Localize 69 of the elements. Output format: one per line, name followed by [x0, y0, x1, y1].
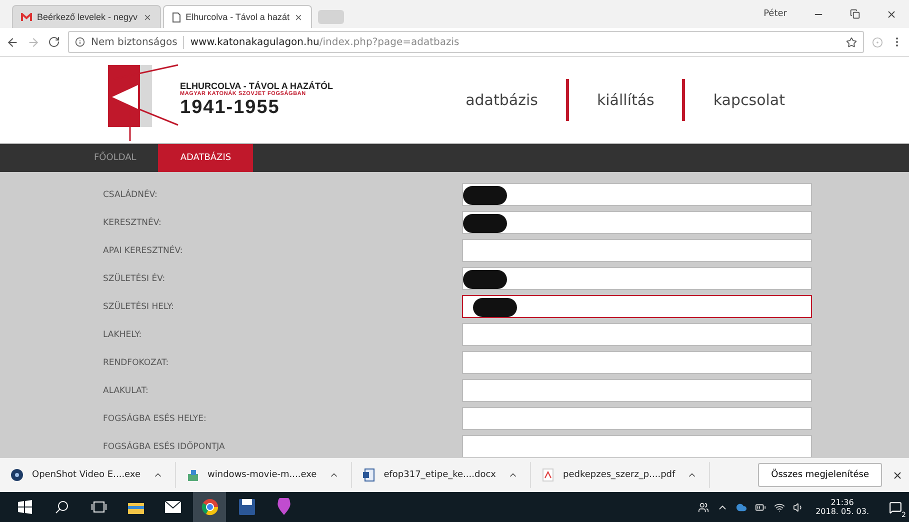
- close-icon[interactable]: [142, 12, 152, 22]
- nav-tab[interactable]: FŐOLDAL: [72, 144, 158, 172]
- user-name[interactable]: Péter: [764, 9, 787, 19]
- file-name: windows-movie-m....exe: [208, 470, 317, 480]
- nav-tab[interactable]: ADATBÁZIS: [158, 144, 254, 172]
- address-field[interactable]: Nem biztonságos www.katonakagulagon.hu/index.php?page=adatbazis: [68, 31, 864, 53]
- url-path: /index.php?page=adatbazis: [319, 36, 460, 48]
- field-label: LAKHELY:: [102, 330, 143, 340]
- disc-icon: [10, 468, 24, 482]
- field-label: KERESZTNÉV:: [102, 218, 162, 228]
- input-field[interactable]: [462, 211, 812, 234]
- browser-tab[interactable]: Beérkező levelek - negyv: [12, 5, 161, 28]
- show-all-button[interactable]: Összes megjelenítése: [758, 463, 882, 487]
- field-label: CSALÁDNÉV:: [102, 190, 158, 200]
- speaker-icon[interactable]: [792, 502, 804, 512]
- clock-date[interactable]: 2018. 05. 03.: [816, 507, 869, 516]
- download-item[interactable]: pedkepzes_szerz_p....pdf: [530, 462, 710, 488]
- document-icon: [362, 468, 376, 482]
- field-label: FOGSÁGBA ESÉS IDŐPONTJA: [102, 442, 226, 452]
- clock-time[interactable]: 21:36: [830, 498, 854, 507]
- download-item[interactable]: windows-movie-m....exe: [176, 462, 352, 488]
- browser-tab[interactable]: Elhurcolva - Távol a hazát: [162, 5, 312, 28]
- field-label: ALAKULAT:: [102, 386, 150, 396]
- back-icon[interactable]: [6, 36, 19, 48]
- tab-title: Beérkező levelek - negyv: [37, 12, 138, 22]
- page-icon: [172, 12, 181, 22]
- field-label: FOGSÁGBA ESÉS HELYE:: [102, 414, 208, 424]
- input-field[interactable]: [462, 267, 812, 290]
- logo-title: ELHURCOLVA - TÁVOL A HAZÁTÓL: [180, 81, 333, 91]
- input-field[interactable]: [462, 323, 812, 346]
- restore-icon[interactable]: [850, 9, 860, 19]
- security-label: Nem biztonságos: [91, 36, 178, 48]
- people-icon[interactable]: [698, 502, 709, 512]
- field-label: RENDFOKOZAT:: [102, 358, 170, 368]
- input-field[interactable]: [462, 407, 812, 430]
- field-label: SZÜLETÉSI ÉV:: [102, 274, 166, 284]
- url-host: www.katonakagulagon.hu: [190, 36, 320, 48]
- installer-icon: [186, 468, 200, 482]
- download-item[interactable]: efop317_etipe_ke....docx: [352, 462, 531, 488]
- tab-title: Elhurcolva - Távol a hazát: [186, 12, 290, 22]
- file-name: pedkepzes_szerz_p....pdf: [562, 470, 676, 480]
- file-name: efop317_etipe_ke....docx: [384, 470, 496, 480]
- input-field[interactable]: [462, 351, 812, 374]
- download-item[interactable]: OpenShot Video E....exe: [0, 462, 176, 488]
- notification-icon: [888, 500, 902, 514]
- wifi-icon[interactable]: [774, 502, 785, 512]
- input-field[interactable]: [462, 435, 812, 457]
- header-link[interactable]: kiállítás: [582, 91, 668, 109]
- field-label: SZÜLETÉSI HELY:: [102, 302, 176, 312]
- info-icon: [75, 37, 85, 47]
- battery-icon[interactable]: [754, 502, 766, 512]
- star-icon[interactable]: [846, 36, 857, 48]
- input-field[interactable]: [462, 239, 812, 262]
- file-name: OpenShot Video E....exe: [32, 470, 141, 480]
- cloud-icon[interactable]: [736, 502, 747, 512]
- header-link[interactable]: adatbázis: [452, 91, 552, 109]
- logo-years: 1941-1955: [180, 97, 281, 119]
- close-icon[interactable]: [892, 470, 903, 480]
- field-label: APAI KERESZTNÉV:: [102, 246, 184, 256]
- close-icon[interactable]: [886, 8, 897, 20]
- header-link[interactable]: kapcsolat: [699, 91, 799, 109]
- pdf-icon: [540, 468, 555, 482]
- mail-icon: [21, 12, 32, 22]
- input-field[interactable]: [462, 183, 812, 206]
- input-field[interactable]: [462, 379, 812, 402]
- input-field[interactable]: [462, 295, 812, 318]
- browser-icon[interactable]: [193, 492, 226, 522]
- reload-icon[interactable]: [48, 36, 60, 48]
- close-icon[interactable]: [294, 12, 304, 22]
